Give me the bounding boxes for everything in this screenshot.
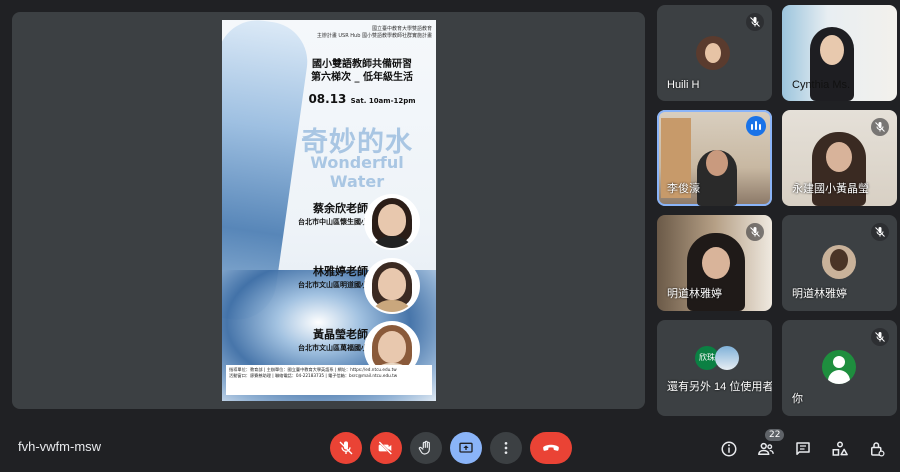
mic-muted-icon	[871, 328, 889, 346]
more-options-icon	[504, 442, 508, 454]
others-tile[interactable]: 欣珠 還有另外 14 位使用者	[657, 320, 772, 416]
participant-tile[interactable]: Cynthia Ms.	[782, 5, 897, 101]
event-date: 08.13 Sat. 10am-12pm	[292, 92, 432, 106]
activities-button[interactable]	[831, 440, 849, 458]
event-date-day: 08.13	[308, 92, 347, 106]
chat-icon	[796, 442, 810, 455]
camera-off-icon	[378, 441, 393, 455]
participant-name: 永建國小黃晶瑩	[792, 183, 869, 195]
chat-button[interactable]	[794, 440, 812, 458]
more-options-button[interactable]	[490, 432, 522, 464]
participant-name: 你	[792, 393, 803, 405]
participant-tile-speaking[interactable]: 李俊濠	[657, 110, 772, 206]
teacher-photo-2	[366, 260, 418, 312]
org-line-2: 主辦計畫 USR Hub 國小雙語教學教師社群實施計畫	[316, 33, 432, 39]
teacher-name-2: 林雅婷老師	[313, 265, 368, 278]
participant-name: 李俊濠	[667, 183, 700, 195]
participant-tile[interactable]: 明道林雅婷	[782, 215, 897, 311]
control-bar: fvh-vwfm-msw 22	[0, 425, 900, 472]
participant-tile[interactable]: 明道林雅婷	[657, 215, 772, 311]
event-title-line-2: 第六梯次 _ 低年級生活	[311, 72, 413, 83]
teacher-photo-1	[366, 196, 418, 248]
topic-title-en: Wonderful Water	[310, 153, 404, 191]
raise-hand-button[interactable]	[410, 432, 442, 464]
avatar	[696, 36, 730, 70]
people-icon	[758, 442, 774, 455]
participant-name: 明道林雅婷	[667, 288, 722, 300]
present-now-button[interactable]	[450, 432, 482, 464]
avatar	[822, 350, 856, 384]
self-tile[interactable]: 你	[782, 320, 897, 416]
teacher-school-2: 台北市文山區明道國小	[298, 281, 368, 289]
mic-muted-icon	[746, 223, 764, 241]
participant-name: 明道林雅婷	[792, 288, 847, 300]
avatar	[822, 245, 856, 279]
teacher-school-3: 台北市文山區萬福國小	[298, 344, 368, 352]
mic-muted-icon	[871, 118, 889, 136]
presentation-slide: 國立臺中教育大學雙語教育 主辦計畫 USR Hub 國小雙語教學教師社群實施計畫…	[222, 20, 436, 401]
others-count-label: 還有另外 14 位使用者	[667, 381, 772, 393]
org-line-1: 國立臺中教育大學雙語教育	[371, 26, 432, 32]
meeting-code: fvh-vwfm-msw	[18, 439, 102, 454]
participant-tile[interactable]: 永建國小黃晶瑩	[782, 110, 897, 206]
event-time: Sat. 10am-12pm	[350, 97, 416, 105]
mic-toggle-button[interactable]	[330, 432, 362, 464]
activities-icon	[832, 441, 848, 456]
meeting-details-button[interactable]	[720, 440, 738, 458]
info-icon	[721, 441, 737, 457]
camera-toggle-button[interactable]	[370, 432, 402, 464]
participant-name: Cynthia Ms.	[792, 79, 851, 91]
speaking-indicator-icon	[746, 116, 766, 136]
presentation-stage: 國立臺中教育大學雙語教育 主辦計畫 USR Hub 國小雙語教學教師社群實施計畫…	[12, 12, 645, 409]
people-button[interactable]	[757, 440, 775, 458]
mic-muted-icon	[871, 223, 889, 241]
leave-call-button[interactable]	[530, 432, 572, 464]
mic-muted-icon	[746, 13, 764, 31]
teacher-name-3: 黃晶瑩老師	[313, 328, 368, 341]
participant-name: Huili H	[667, 79, 700, 91]
participant-tile[interactable]: Huili H	[657, 5, 772, 101]
end-call-icon	[543, 444, 559, 451]
host-controls-button[interactable]	[868, 440, 886, 458]
event-title-line-1: 國小雙語教師共備研習	[312, 59, 412, 70]
slide-footer: 指導單位：教育部 | 主辦單位：國立臺中教育大學英語系 | 網址：https:/…	[226, 365, 432, 395]
teacher-school-1: 台北市中山區懷生國小	[298, 218, 368, 226]
present-icon	[459, 442, 473, 453]
raise-hand-icon	[418, 440, 430, 455]
mic-off-icon	[339, 441, 353, 455]
teacher-name-1: 蔡余欣老師	[313, 202, 368, 215]
footer-line-2: 活動窗口：廖賽慈助理 | 聯絡電話：04-22183735 | 電子信箱：bsr…	[229, 373, 398, 379]
event-title: 國小雙語教師共備研習 第六梯次 _ 低年級生活	[292, 58, 432, 84]
avatar	[715, 346, 739, 370]
host-controls-icon	[871, 442, 885, 457]
